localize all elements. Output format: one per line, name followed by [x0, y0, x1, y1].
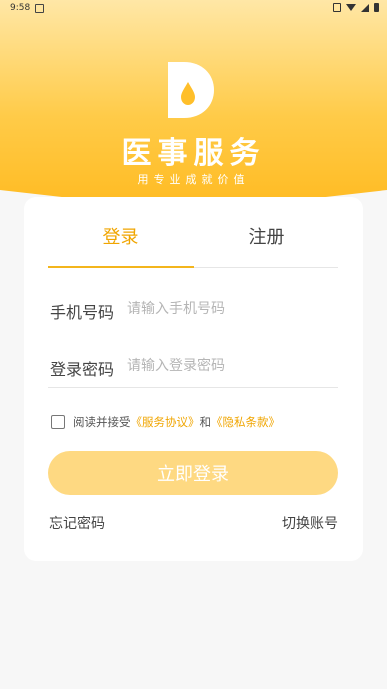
- agreement-checkbox[interactable]: [51, 415, 65, 429]
- active-tab-indicator: [48, 266, 194, 268]
- status-bar: 9:58: [0, 0, 387, 16]
- d-drop-logo-icon: [168, 62, 214, 118]
- status-time: 9:58: [10, 3, 31, 13]
- app-slogan: 用专业成就价值: [137, 173, 250, 186]
- privacy-policy-link[interactable]: 《隐私条款》: [211, 414, 280, 430]
- forgot-password-link[interactable]: 忘记密码: [49, 513, 105, 533]
- switch-account-link[interactable]: 切换账号: [282, 513, 338, 533]
- agreement-and: 和: [199, 415, 212, 429]
- agreement-prefix: 阅读并接受: [73, 415, 131, 429]
- app-name: 医事服务: [121, 136, 266, 171]
- notification-icon: [35, 4, 44, 13]
- wifi-icon: [346, 4, 356, 11]
- status-icons: [333, 3, 379, 12]
- service-agreement-link[interactable]: 《服务协议》: [131, 414, 200, 430]
- tab-register[interactable]: 注册: [194, 223, 339, 249]
- signal-icon: [361, 3, 369, 12]
- tab-login[interactable]: 登录: [48, 223, 193, 249]
- phone-input[interactable]: [125, 296, 339, 322]
- login-card: 登录 注册 手机号码 登录密码 阅读并接受 《服务协议》 和 《隐私条款》 立即…: [24, 197, 363, 561]
- vibrate-icon: [333, 3, 341, 12]
- password-label: 登录密码: [50, 360, 115, 379]
- password-input[interactable]: [125, 353, 339, 379]
- agreement-row: 阅读并接受 《服务协议》 和 《隐私条款》: [51, 413, 280, 431]
- phone-label: 手机号码: [50, 303, 115, 322]
- phone-field: 手机号码: [48, 290, 339, 330]
- battery-icon: [374, 3, 379, 12]
- password-field: 登录密码: [48, 347, 339, 388]
- login-button[interactable]: 立即登录: [48, 451, 338, 495]
